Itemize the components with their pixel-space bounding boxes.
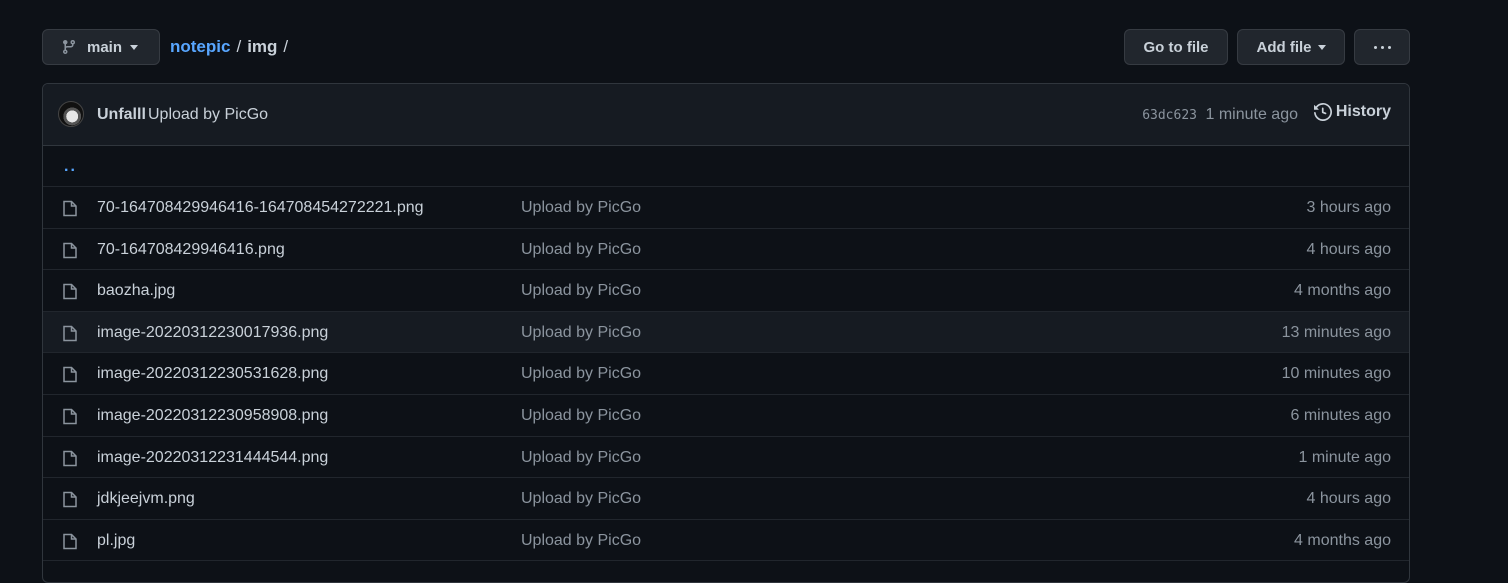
file-commit-message[interactable]: Upload by PicGo — [521, 324, 641, 342]
chevron-down-icon — [1317, 44, 1326, 50]
file-commit-message[interactable]: Upload by PicGo — [521, 449, 641, 467]
file-commit-time: 4 months ago — [1294, 282, 1391, 300]
file-name-link[interactable]: 70-164708429946416.png — [97, 241, 285, 259]
breadcrumb-current-dir: img — [247, 37, 278, 56]
git-branch-icon — [62, 40, 75, 55]
file-commit-time: 4 hours ago — [1306, 240, 1391, 258]
chevron-down-icon — [130, 44, 139, 50]
parent-directory-row[interactable]: .. — [43, 146, 1409, 187]
file-commit-time: 4 hours ago — [1306, 490, 1391, 508]
file-icon — [63, 491, 77, 508]
file-row[interactable]: image-20220312230958908.png Upload by Pic… — [43, 395, 1409, 437]
add-file-label: Add file — [1256, 38, 1312, 56]
breadcrumb: notepic / img / — [170, 29, 294, 65]
file-icon — [63, 325, 77, 342]
file-row[interactable]: 70-164708429946416.png Upload by PicGo 4 h… — [43, 229, 1409, 271]
file-name-link[interactable]: 70-164708429946416-164708454272221.png — [97, 199, 424, 217]
file-list: Unfalll Upload by PicGo 63dc623 1 minute… — [42, 83, 1410, 583]
more-options-button[interactable] — [1354, 29, 1410, 65]
file-row[interactable]: pl.jpg Upload by PicGo 4 months ago — [43, 520, 1409, 562]
file-row[interactable]: image-20220312230017936.png Upload by Pic… — [43, 311, 1409, 354]
file-commit-message[interactable]: Upload by PicGo — [521, 199, 641, 217]
latest-commit-bar: Unfalll Upload by PicGo 63dc623 1 minute… — [43, 84, 1409, 146]
branch-select-button[interactable]: main — [42, 29, 160, 65]
file-name-link[interactable]: image-20220312231444544.png — [97, 449, 328, 467]
file-name-link[interactable]: image-20220312230958908.png — [97, 407, 328, 425]
file-icon — [63, 450, 77, 466]
file-commit-time: 10 minutes ago — [1281, 365, 1391, 383]
add-file-button[interactable]: Add file — [1237, 29, 1345, 65]
commit-message[interactable]: Upload by PicGo — [148, 106, 268, 124]
file-name-link[interactable]: pl.jpg — [97, 532, 135, 550]
commit-time: 1 minute ago — [1205, 106, 1298, 123]
file-row[interactable]: image-20220312231444544.png Upload by Pic… — [43, 437, 1409, 479]
history-link[interactable]: History — [1313, 103, 1391, 121]
breadcrumb-repo-link[interactable]: notepic — [170, 37, 230, 57]
parent-directory-link[interactable]: .. — [64, 158, 77, 176]
file-row[interactable]: image-20220312230531628.png Upload by Pic… — [43, 353, 1409, 395]
file-row[interactable]: baozha.jpg Upload by PicGo 4 months ago — [43, 270, 1409, 312]
file-icon — [63, 367, 77, 383]
file-commit-message[interactable]: Upload by PicGo — [521, 407, 641, 425]
go-to-file-label: Go to file — [1143, 38, 1209, 56]
file-commit-time: 13 minutes ago — [1281, 323, 1391, 341]
file-commit-message[interactable]: Upload by PicGo — [521, 365, 641, 383]
file-commit-message[interactable]: Upload by PicGo — [521, 490, 641, 508]
breadcrumb-separator: / — [236, 37, 242, 56]
file-name-link[interactable]: baozha.jpg — [97, 282, 175, 300]
file-icon — [63, 200, 77, 217]
file-icon — [63, 533, 77, 549]
file-icon — [63, 283, 77, 300]
file-name-link[interactable]: image-20220312230531628.png — [97, 365, 328, 383]
breadcrumb-separator: / — [283, 37, 289, 56]
file-commit-time: 3 hours ago — [1306, 199, 1391, 216]
file-commit-message[interactable]: Upload by PicGo — [521, 282, 641, 300]
file-name-link[interactable]: image-20220312230017936.png — [97, 324, 328, 342]
file-commit-time: 4 months ago — [1294, 531, 1391, 549]
history-icon — [1313, 103, 1332, 121]
commit-author[interactable]: Unfalll — [97, 106, 146, 124]
file-commit-time: 1 minute ago — [1298, 448, 1391, 466]
file-name-link[interactable]: jdkjeejvm.png — [97, 490, 195, 508]
file-row[interactable]: jdkjeejvm.png Upload by PicGo 4 hours ago — [43, 478, 1409, 520]
file-commit-time: 6 minutes ago — [1290, 406, 1391, 424]
avatar[interactable] — [58, 101, 84, 127]
go-to-file-button[interactable]: Go to file — [1124, 29, 1228, 65]
file-icon — [63, 242, 77, 258]
file-icon — [63, 408, 77, 425]
history-label: History — [1335, 103, 1391, 120]
file-row[interactable]: 70-164708429946416-164708454272221.png Up… — [43, 187, 1409, 229]
file-commit-message[interactable]: Upload by PicGo — [521, 241, 641, 259]
commit-sha[interactable]: 63dc623 — [1142, 108, 1197, 123]
branch-name: main — [87, 38, 123, 56]
file-commit-message[interactable]: Upload by PicGo — [521, 532, 641, 550]
file-navigation-bar: main notepic / img / Go to file Add file — [42, 29, 1410, 65]
kebab-horizontal-icon — [1373, 45, 1391, 49]
